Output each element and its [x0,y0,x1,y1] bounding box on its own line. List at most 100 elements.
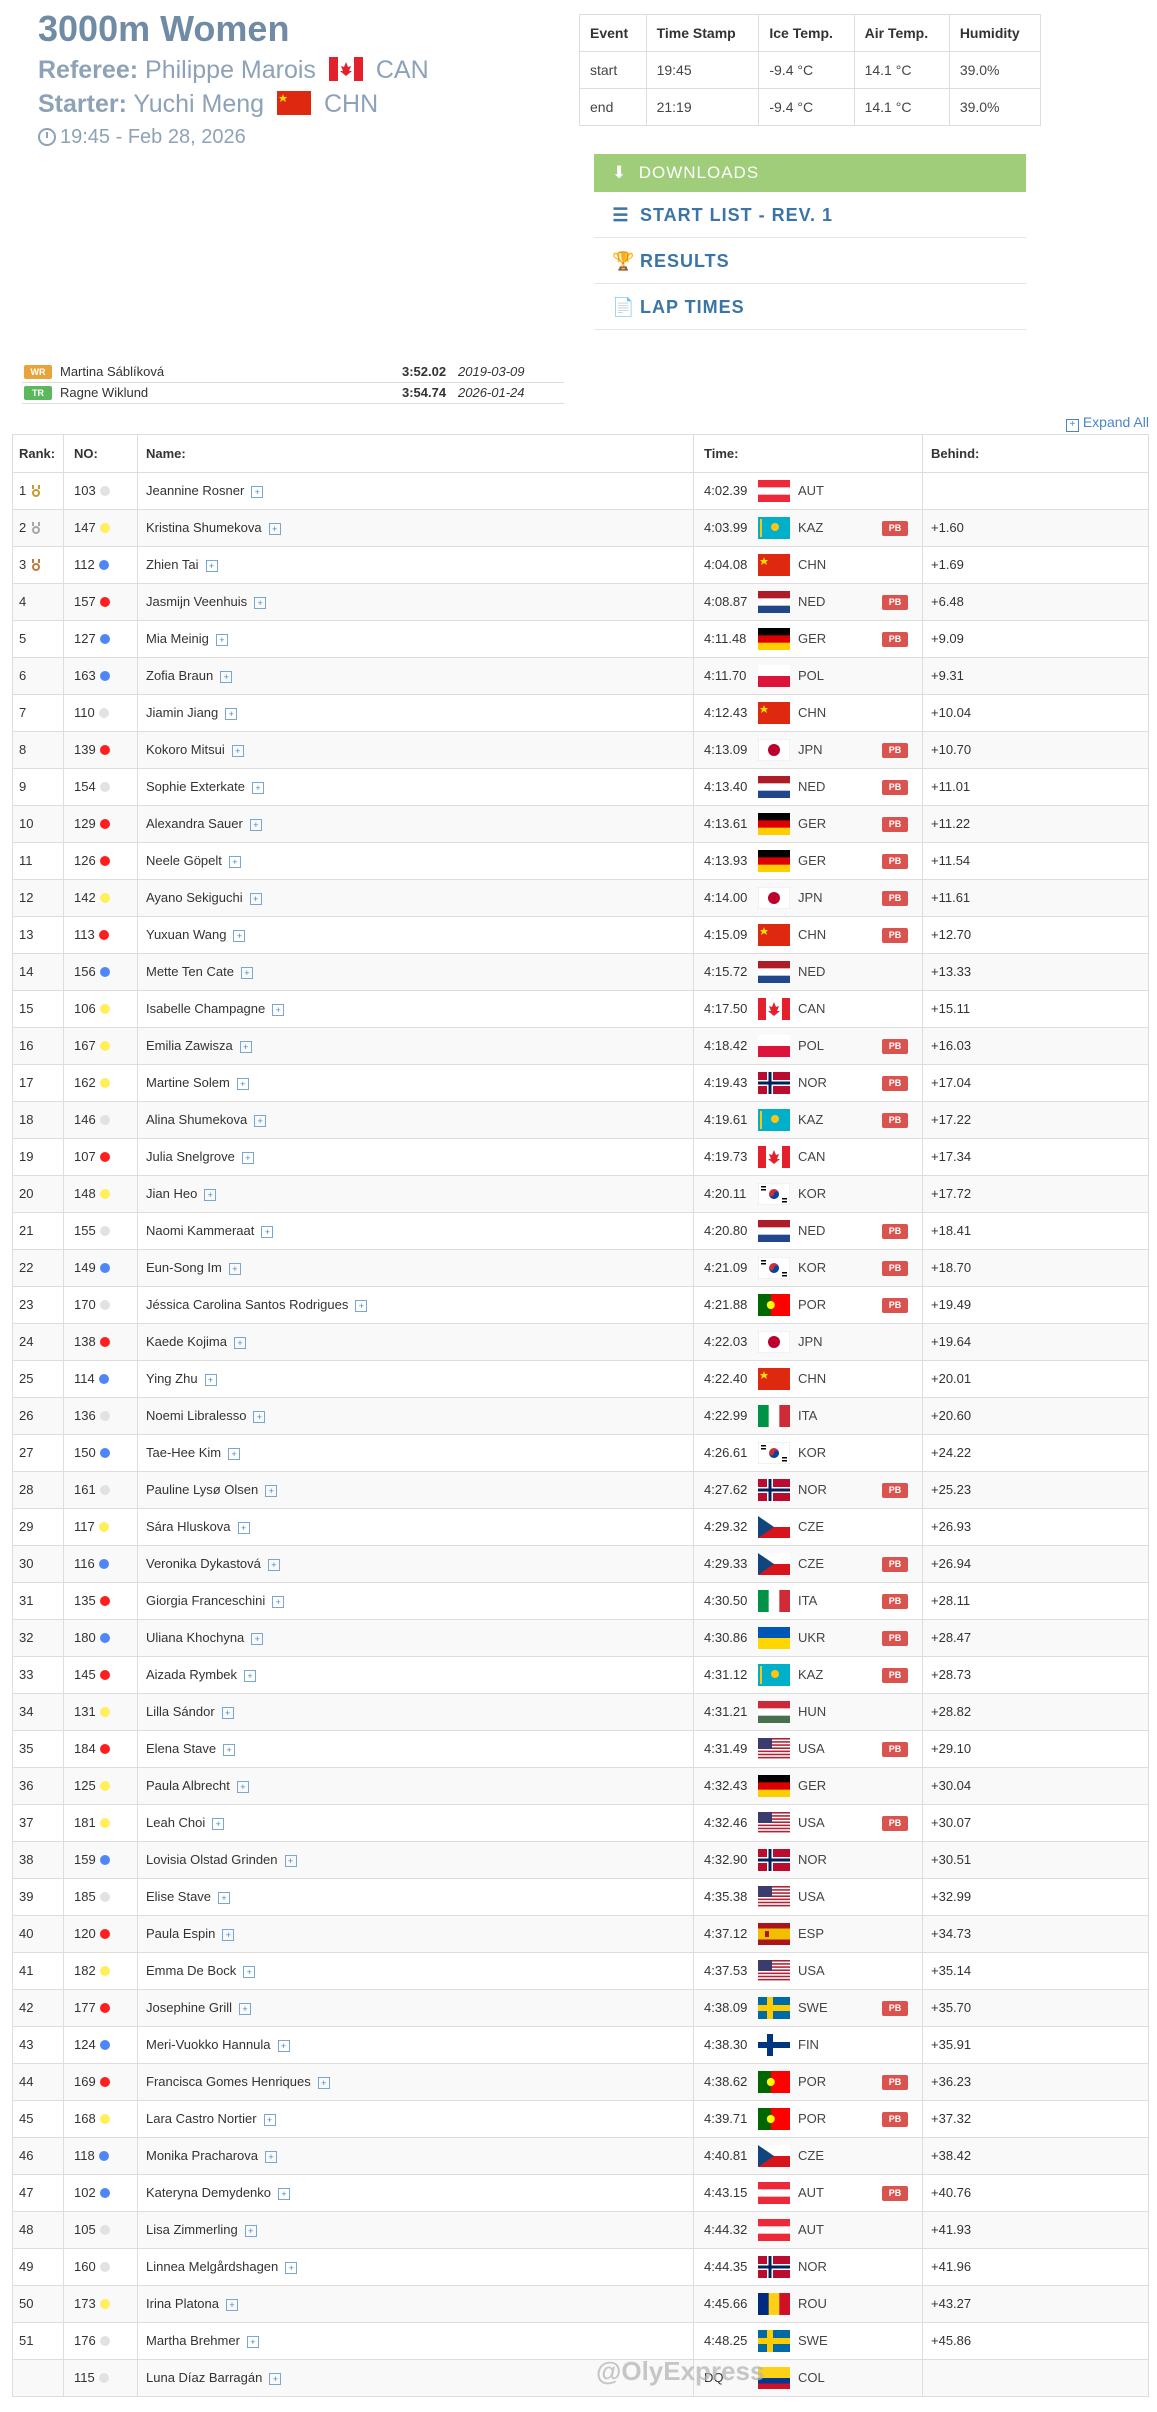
bib-cell: 103 [63,473,137,509]
rank-cell: 38 [12,1842,63,1878]
rank-value: 20 [19,1186,34,1201]
behind-value: +28.82 [931,1704,972,1719]
expand-row-icon[interactable]: + [220,671,233,683]
lane-dot-icon [99,1448,110,1458]
expand-row-icon[interactable]: + [251,1633,264,1645]
expand-row-icon[interactable]: + [205,560,218,572]
expand-row-icon[interactable]: + [236,1078,249,1090]
bib-cell: 156 [63,954,137,990]
rank-value: 10 [19,816,34,831]
behind-cell: +17.04 [922,1065,1149,1101]
pb-badge: PB [882,595,908,610]
bib-cell: 105 [63,2212,137,2248]
expand-row-icon[interactable]: + [231,745,244,757]
expand-row-icon[interactable]: + [241,1152,254,1164]
expand-row-icon[interactable]: + [225,708,238,720]
rank-cell: 44 [12,2064,63,2100]
expand-row-icon[interactable]: + [251,486,264,498]
expand-row-icon[interactable]: + [223,1744,236,1756]
rank-value: 17 [19,1075,34,1090]
time-cell: 4:31.21 [693,1694,934,1730]
expand-row-icon[interactable]: + [218,1892,231,1904]
expand-row-icon[interactable]: + [239,1041,252,1053]
behind-value: +24.22 [931,1445,972,1460]
behind-value: +13.33 [931,964,972,979]
bib-cell: 149 [63,1250,137,1286]
expand-row-icon[interactable]: + [285,2262,298,2274]
behind-cell: +17.34 [922,1139,1149,1175]
expand-row-icon[interactable]: + [243,1966,256,1978]
behind-value: +10.04 [931,705,972,720]
expand-row-icon[interactable]: + [254,597,267,609]
expand-row-icon[interactable]: + [269,2373,282,2385]
bib-number: 138 [74,1334,96,1349]
expand-row-icon[interactable]: + [239,2003,251,2015]
expand-row-icon[interactable]: + [215,634,228,646]
expand-row-icon[interactable]: + [268,523,281,535]
expand-row-icon[interactable]: + [233,930,246,942]
expand-row-icon[interactable]: + [263,2114,276,2126]
behind-value: +9.31 [931,668,964,683]
list-icon: ☰ [612,205,630,225]
name-cell: Giorgia Franceschini + ITA [137,1583,817,1619]
behind-cell: +11.22 [922,806,1149,842]
results-link[interactable]: 🏆 RESULTS [594,238,1026,284]
expand-row-icon[interactable]: + [233,1337,246,1349]
expand-row-icon[interactable]: + [246,2336,259,2348]
behind-value: +17.04 [931,1075,972,1090]
expand-row-icon[interactable]: + [254,1115,267,1127]
expand-row-icon[interactable]: + [265,1485,278,1497]
expand-row-icon[interactable]: + [249,893,262,905]
expand-row-icon[interactable]: + [228,1448,241,1460]
pb-badge: PB [882,1668,908,1683]
expand-row-icon[interactable]: + [236,1781,249,1793]
expand-row-icon[interactable]: + [278,2188,291,2200]
name-cell: Jasmijn Veenhuis + NED [137,584,825,620]
expand-row-icon[interactable]: + [252,782,265,794]
rank-value: 44 [19,2074,34,2089]
expand-row-icon[interactable]: + [261,1226,274,1238]
expand-row-icon[interactable]: + [240,967,253,979]
expand-row-icon[interactable]: + [267,1559,280,1571]
expand-row-icon[interactable]: + [272,1596,285,1608]
behind-value: +35.14 [931,1963,972,1978]
time-value: 4:15.09 [704,927,748,942]
expand-row-icon[interactable]: + [272,1004,285,1016]
expand-row-icon[interactable]: + [212,1818,225,1830]
behind-value: +43.27 [931,2296,972,2311]
expand-row-icon[interactable]: + [265,2151,277,2163]
time-value: 4:11.48 [704,631,747,646]
expand-row-icon[interactable]: + [221,1707,234,1719]
rank-value: 37 [19,1815,34,1830]
expand-row-icon[interactable]: + [204,1189,217,1201]
lane-dot-icon [99,2225,110,2235]
behind-value: +17.72 [931,1186,972,1201]
athlete-name: Kristina Shumekova [146,520,262,535]
expand-row-icon[interactable]: + [237,1522,250,1534]
athlete-name: Elena Stave [146,1741,217,1756]
expand-row-icon[interactable]: + [204,1374,217,1386]
rank-cell: 19 [12,1139,63,1175]
expand-row-icon[interactable]: + [228,856,241,868]
behind-cell: +28.82 [922,1694,1149,1730]
behind-cell: +20.60 [922,1398,1149,1434]
expand-row-icon[interactable]: + [244,2225,257,2237]
lap-times-link[interactable]: 📄 LAP TIMES [594,284,1026,330]
expand-all-button[interactable]: + Expand All [1065,414,1149,432]
pb-badge: PB [882,2186,908,2201]
expand-row-icon[interactable]: + [222,1929,235,1941]
expand-row-icon[interactable]: + [249,819,262,831]
expand-row-icon[interactable]: + [226,2299,238,2311]
expand-row-icon[interactable]: + [244,1670,257,1682]
expand-row-icon[interactable]: + [277,2040,290,2052]
lane-dot-icon [99,2040,110,2050]
expand-row-icon[interactable]: + [228,1263,241,1275]
athlete-name: Paula Albrecht [146,1778,230,1793]
behind-cell: +38.42 [922,2138,1149,2174]
time-cell: 4:45.66 [693,2286,934,2322]
expand-row-icon[interactable]: + [317,2077,330,2089]
expand-row-icon[interactable]: + [284,1855,297,1867]
expand-row-icon[interactable]: + [253,1411,266,1423]
expand-row-icon[interactable]: + [355,1300,368,1312]
start-list-link[interactable]: ☰ START LIST - REV. 1 [594,192,1026,238]
